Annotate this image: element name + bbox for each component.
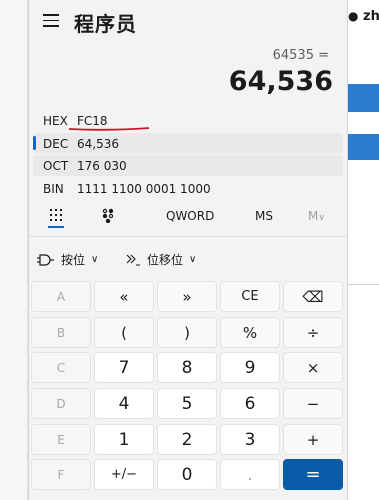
radix-row-bin[interactable]: BIN 1111 1100 0001 1000 [33, 178, 343, 199]
key-close-paren[interactable]: ) [157, 317, 217, 348]
memory-store-button[interactable]: MS [255, 209, 273, 223]
key-percent[interactable]: % [220, 317, 280, 348]
key-backspace[interactable]: ⌫ [283, 281, 343, 312]
radix-value: FC18 [77, 113, 108, 128]
chevron-down-icon: ∨ [189, 254, 197, 265]
key-4[interactable]: 4 [94, 388, 154, 419]
bitshift-label: 位移位 [147, 253, 184, 267]
background-app [346, 0, 379, 500]
result-display: 64,536 [228, 66, 333, 97]
radix-label: DEC [43, 136, 69, 151]
bitwise-label: 按位 [61, 253, 86, 267]
key-1[interactable]: 1 [94, 424, 154, 455]
key-subtract[interactable]: − [283, 388, 343, 419]
title-bar: 程序员 [29, 0, 347, 44]
calculator-window: 程序员 64535 = 64,536 HEX FC18 DEC 64,536 O… [28, 0, 348, 500]
radix-value: 1111 1100 0001 1000 [77, 181, 211, 196]
radix-row-oct[interactable]: OCT 176 030 [33, 155, 343, 176]
key-open-paren[interactable]: ( [94, 317, 154, 348]
key-hex-d: D [31, 388, 91, 419]
radix-label: HEX [43, 113, 68, 128]
bitwise-dropdown[interactable]: 按位 ∨ [37, 251, 98, 268]
active-radix-indicator [33, 136, 36, 150]
memory-dropdown-label: M [308, 209, 319, 223]
radix-row-dec[interactable]: DEC 64,536 [33, 133, 343, 154]
radix-label: OCT [43, 158, 69, 173]
key-add[interactable]: + [283, 424, 343, 455]
radix-label: BIN [43, 181, 64, 196]
expression-display: 64535 = [272, 48, 329, 63]
mode-title: 程序员 [74, 12, 137, 36]
background-user-text: zh [363, 9, 379, 24]
full-keypad-icon[interactable] [48, 207, 64, 226]
key-hex-a: A [31, 281, 91, 312]
chevron-down-icon: ∨ [318, 213, 325, 223]
key-9[interactable]: 9 [220, 352, 280, 383]
key-right-shift[interactable]: » [157, 281, 217, 312]
logic-gate-icon [37, 253, 54, 266]
radix-value: 64,536 [77, 136, 119, 151]
key-2[interactable]: 2 [157, 424, 217, 455]
key-8[interactable]: 8 [157, 352, 217, 383]
word-size-button[interactable]: QWORD [166, 209, 214, 223]
background-divider [346, 284, 379, 285]
key-left-shift[interactable]: « [94, 281, 154, 312]
key-hex-e: E [31, 424, 91, 455]
bit-toggle-keypad-icon[interactable] [100, 207, 116, 226]
chevron-down-icon: ∨ [91, 254, 99, 265]
hamburger-menu-icon[interactable] [43, 14, 59, 28]
key-negate[interactable]: +/− [94, 459, 154, 490]
key-hex-b: B [31, 317, 91, 348]
key-7[interactable]: 7 [94, 352, 154, 383]
key-multiply[interactable]: × [283, 352, 343, 383]
background-window-strip [0, 0, 28, 500]
user-icon: ● [348, 9, 359, 23]
key-clear-entry[interactable]: CE [220, 281, 280, 312]
memory-dropdown-button[interactable]: M∨ [308, 209, 325, 223]
red-annotation-underline [69, 127, 149, 131]
bitshift-icon [126, 254, 140, 265]
key-0[interactable]: 0 [157, 459, 217, 490]
background-blue-bar [346, 84, 379, 112]
key-5[interactable]: 5 [157, 388, 217, 419]
key-equals[interactable]: = [283, 459, 343, 490]
keypad-toolbar: QWORD MS M∨ [29, 205, 347, 231]
key-divide[interactable]: ÷ [283, 317, 343, 348]
toolbar-separator [29, 236, 347, 237]
radix-value: 176 030 [77, 158, 127, 173]
key-hex-f: F [31, 459, 91, 490]
key-decimal[interactable]: . [220, 459, 280, 490]
bitshift-dropdown[interactable]: 位移位 ∨ [125, 251, 196, 268]
background-user-label: ● zh [348, 9, 379, 24]
background-blue-bar-2 [346, 134, 379, 160]
key-6[interactable]: 6 [220, 388, 280, 419]
key-3[interactable]: 3 [220, 424, 280, 455]
key-hex-c: C [31, 352, 91, 383]
active-keypad-underline [48, 226, 64, 228]
